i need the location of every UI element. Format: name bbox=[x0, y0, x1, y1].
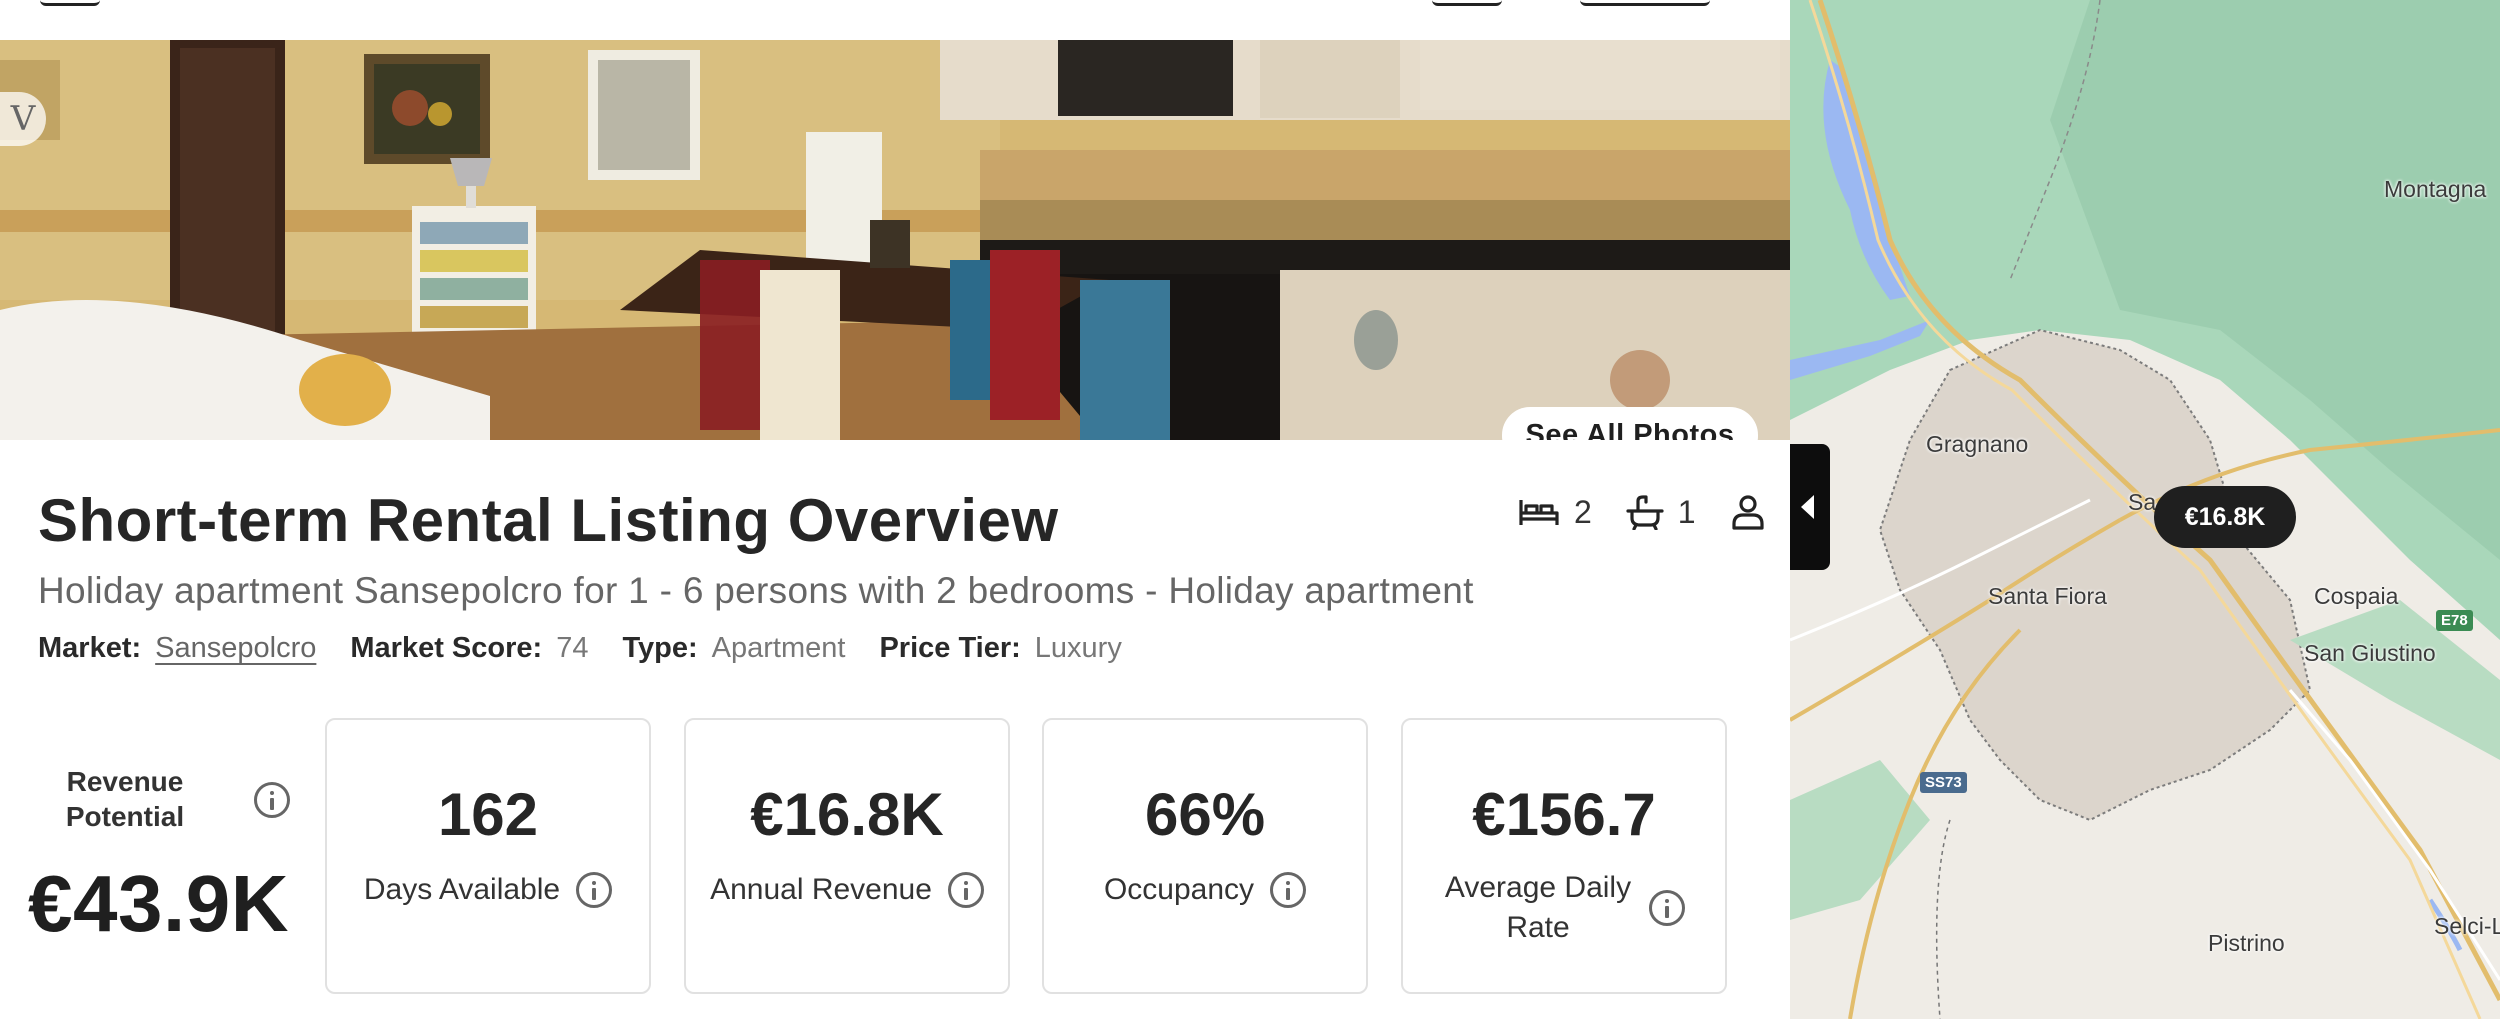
stat-value: 66% bbox=[1144, 781, 1266, 848]
map-label-cospaia: Cospaia bbox=[2314, 583, 2399, 609]
type-label: Type: bbox=[622, 632, 698, 664]
stat-value: €156.7 bbox=[1472, 781, 1656, 848]
listing-subtitle: Holiday apartment Sansepolcro for 1 - 6 … bbox=[38, 570, 1474, 611]
info-icon[interactable] bbox=[576, 872, 613, 908]
stat-value: 162 bbox=[437, 781, 539, 848]
map-label-gragnano: Gragnano bbox=[1926, 431, 2029, 457]
price-tier-label: Price Tier: bbox=[879, 632, 1021, 664]
collapse-map-button[interactable] bbox=[1790, 444, 1830, 570]
info-icon[interactable] bbox=[1649, 890, 1685, 926]
stat-card-average-daily-rate: €156.7 Average Daily Rate bbox=[1401, 718, 1727, 994]
back-icon[interactable] bbox=[40, 0, 100, 6]
stat-card-days-available: 162 Days Available bbox=[325, 718, 651, 994]
map-label-pistrino: Pistrino bbox=[2208, 930, 2285, 956]
map-label-montagna: Montagna bbox=[2384, 176, 2487, 202]
listing-panel: V See All Photos Short-term Rental Listi… bbox=[0, 0, 1790, 1019]
info-icon[interactable] bbox=[947, 872, 984, 908]
map-label-selci: Selci-L bbox=[2434, 913, 2500, 939]
map-label-sansepolcro: Sa bbox=[2128, 489, 2157, 515]
bathtub-icon bbox=[1626, 495, 1664, 530]
market-score-label: Market Score: bbox=[350, 632, 543, 664]
market-link[interactable]: Sansepolcro bbox=[155, 632, 316, 665]
bathrooms-count: 1 bbox=[1677, 493, 1696, 530]
bathrooms-spec: 1 bbox=[1626, 494, 1696, 531]
stat-card-annual-revenue: €16.8K Annual Revenue bbox=[684, 718, 1010, 994]
page-title: Short-term Rental Listing Overview bbox=[38, 487, 1059, 554]
stat-label: Occupancy bbox=[1103, 873, 1255, 906]
listing-specs: 2 1 bbox=[1518, 490, 1790, 534]
guests-spec bbox=[1730, 494, 1766, 530]
bedrooms-spec: 2 bbox=[1518, 494, 1592, 531]
top-toolbar bbox=[0, 0, 1790, 40]
revenue-potential-value: €43.9K bbox=[28, 859, 289, 948]
road-badge-e78: E78 bbox=[2436, 610, 2473, 631]
stat-label: Days Available bbox=[363, 873, 561, 906]
guest-icon bbox=[1731, 495, 1764, 530]
bed-icon bbox=[1519, 500, 1559, 525]
bedrooms-count: 2 bbox=[1574, 493, 1592, 530]
kitchen-photo bbox=[0, 40, 1790, 440]
stat-label: Annual Revenue bbox=[710, 873, 932, 906]
listing-meta: Market: Sansepolcro Market Score: 74 Typ… bbox=[38, 632, 1156, 665]
stat-label: Average Daily Rate bbox=[1444, 871, 1632, 944]
info-icon[interactable] bbox=[254, 782, 290, 818]
save-icon[interactable] bbox=[1432, 0, 1502, 6]
market-score-value: 74 bbox=[556, 632, 589, 664]
stat-card-occupancy: 66% Occupancy bbox=[1042, 718, 1368, 994]
road-badge-ss73: SS73 bbox=[1920, 772, 1967, 793]
map-price-pin[interactable]: €16.8K bbox=[2154, 486, 2296, 548]
type-value: Apartment bbox=[711, 632, 846, 664]
see-all-photos-button[interactable]: See All Photos bbox=[1502, 407, 1758, 440]
price-tier-value: Luxury bbox=[1034, 632, 1122, 664]
map-label-san-giustino: San Giustino bbox=[2304, 640, 2436, 666]
location-map[interactable]: Montagna Gragnano Sa Santa Fiora Cospaia… bbox=[1790, 0, 2500, 1019]
photo-gallery[interactable]: V See All Photos bbox=[0, 40, 1790, 440]
market-label: Market: bbox=[38, 632, 142, 664]
info-icon[interactable] bbox=[1270, 872, 1307, 908]
stat-value: €16.8K bbox=[750, 781, 944, 848]
share-icon[interactable] bbox=[1580, 0, 1710, 6]
revenue-potential-label: Revenue Potential bbox=[65, 766, 185, 832]
map-label-santa-fiora: Santa Fiora bbox=[1988, 583, 2107, 609]
